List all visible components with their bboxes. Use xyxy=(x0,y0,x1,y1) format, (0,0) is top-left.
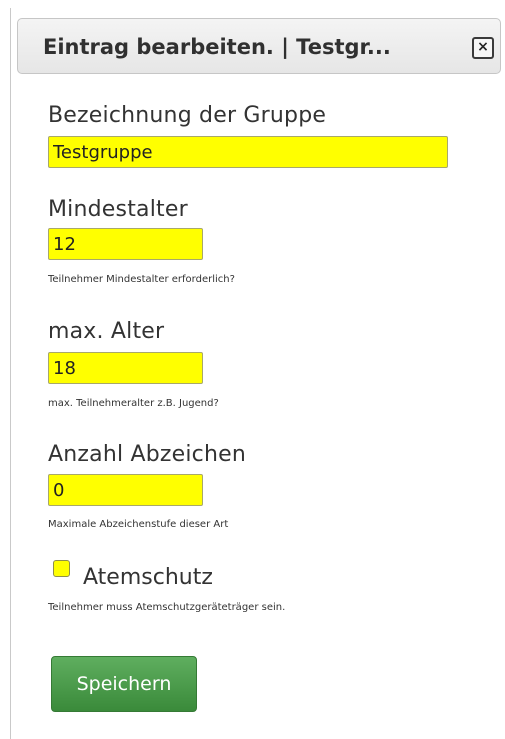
close-icon[interactable]: × xyxy=(472,37,494,59)
dialog-titlebar: Eintrag bearbeiten. | Testgr... × xyxy=(17,18,501,74)
min-age-input[interactable] xyxy=(48,228,203,260)
edit-dialog: Eintrag bearbeiten. | Testgr... × Bezeic… xyxy=(10,8,505,739)
min-age-help: Teilnehmer Mindestalter erforderlich? xyxy=(48,274,235,285)
save-button[interactable]: Speichern xyxy=(51,656,197,712)
badge-count-input[interactable] xyxy=(48,474,203,506)
min-age-label: Mindestalter xyxy=(48,197,188,222)
badge-count-help: Maximale Abzeichenstufe dieser Art xyxy=(48,519,229,530)
max-age-help: max. Teilnehmeralter z.B. Jugend? xyxy=(48,398,219,409)
breathing-checkbox[interactable] xyxy=(53,560,70,577)
breathing-checkbox-label[interactable]: Atemschutz xyxy=(83,565,213,590)
group-name-label: Bezeichnung der Gruppe xyxy=(48,103,327,128)
dialog-title: Eintrag bearbeiten. | Testgr... xyxy=(43,35,391,59)
breathing-help: Teilnehmer muss Atemschutzgeräteträger s… xyxy=(48,602,286,613)
max-age-label: max. Alter xyxy=(48,319,165,344)
badge-count-label: Anzahl Abzeichen xyxy=(48,442,246,467)
group-name-input[interactable] xyxy=(48,136,448,168)
max-age-input[interactable] xyxy=(48,352,203,384)
